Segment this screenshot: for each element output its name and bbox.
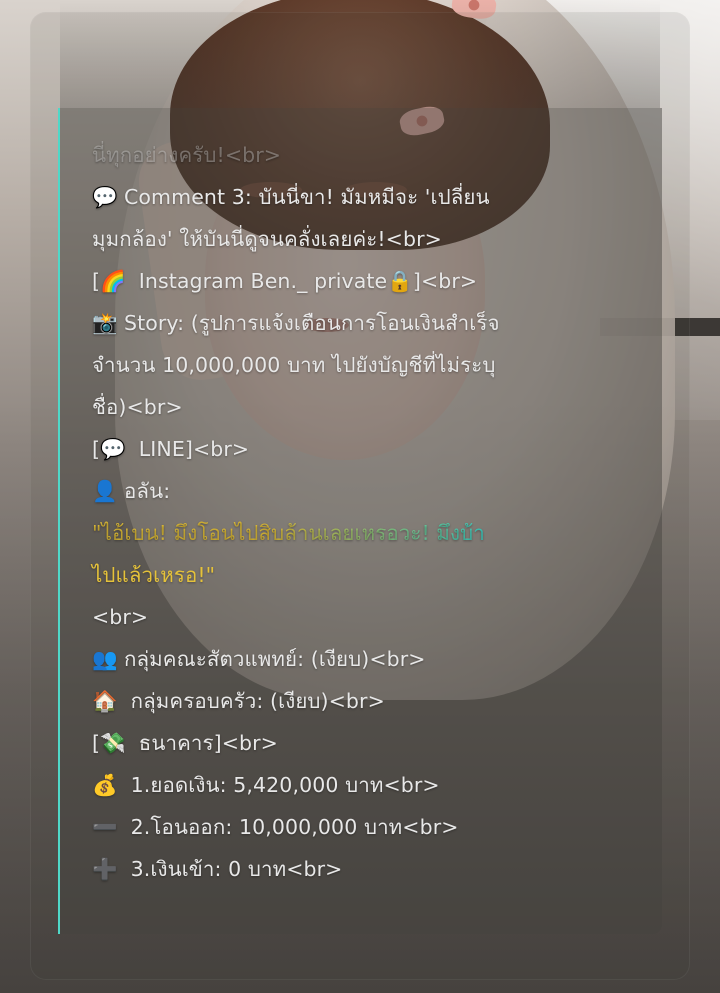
- line-text: 2.โอนออก: 10,000,000 บาท<br>: [124, 815, 459, 839]
- line-text: กลุ่มครอบครัว: (เงียบ)<br>: [124, 689, 385, 713]
- text-line-br: <br>: [92, 596, 654, 638]
- bracket-open: [: [92, 437, 101, 461]
- line-text: Instagram Ben._ private: [132, 269, 388, 293]
- text-line-family-group: 🏠 กลุ่มครอบครัว: (เงียบ)<br>: [92, 680, 654, 722]
- people-icon: 👥: [92, 647, 118, 671]
- text-line-vet-group: 👥 กลุ่มคณะสัตวแพทย์: (เงียบ)<br>: [92, 638, 654, 680]
- house-icon: 🏠: [92, 689, 118, 713]
- line-text: อลัน:: [124, 479, 171, 503]
- line-text: <br>: [92, 605, 149, 629]
- money-bag-icon: 💰: [92, 773, 118, 797]
- text-line-instagram: [🌈 Instagram Ben._ private🔒]<br>: [92, 260, 654, 302]
- line-text: นี่ทุกอย่างครับ!<br>: [92, 143, 282, 167]
- line-text: จำนวน 10,000,000 บาท ไปยังบัญชีที่ไม่ระบ…: [92, 353, 496, 377]
- message-text: นี่ทุกอย่างครับ!<br> 💬 Comment 3: บันนี่ข…: [92, 134, 654, 890]
- text-line-story-cont: จำนวน 10,000,000 บาท ไปยังบัญชีที่ไม่ระบ…: [92, 344, 654, 386]
- line-text: ชื่อ)<br>: [92, 395, 183, 419]
- quote-line-1: "ไอ้เบน! มึงโอนไปสิบล้านเลยเหรอวะ! มึงบ้…: [92, 512, 654, 554]
- comment-icon: 💬: [92, 185, 118, 209]
- line-text: 3.เงินเข้า: 0 บาท<br>: [124, 857, 343, 881]
- chat-icon: 💬: [100, 437, 126, 461]
- line-text: กลุ่มคณะสัตวแพทย์: (เงียบ)<br>: [124, 647, 426, 671]
- line-text: ธนาคาร]<br>: [132, 731, 278, 755]
- line-text: มุมกล้อง' ให้บันนี่ดูจนคลั่งเลยค่ะ!<br>: [92, 227, 442, 251]
- text-line-line-header: [💬 LINE]<br>: [92, 428, 654, 470]
- text-line-bank-header: [💸 ธนาคาร]<br>: [92, 722, 654, 764]
- quote-text: "ไอ้เบน! มึงโอนไปสิบล้านเลยเหรอวะ! มึงบ้…: [92, 521, 485, 545]
- person-icon: 👤: [92, 479, 118, 503]
- text-line-alan: 👤 อลัน:: [92, 470, 654, 512]
- line-text: Story: (รูปการแจ้งเตือนการโอนเงินสำเร็จ: [124, 311, 500, 335]
- text-line-transfer-in: ➕ 3.เงินเข้า: 0 บาท<br>: [92, 848, 654, 890]
- lock-icon: 🔒: [387, 269, 413, 293]
- text-line-balance: 💰 1.ยอดเงิน: 5,420,000 บาท<br>: [92, 764, 654, 806]
- text-line-comment3-cont: มุมกล้อง' ให้บันนี่ดูจนคลั่งเลยค่ะ!<br>: [92, 218, 654, 260]
- quote-line-2: ไปแล้วเหรอ!": [92, 554, 654, 596]
- line-text: Comment 3: บันนี่ขา! มัมหมีจะ 'เปลี่ยน: [124, 185, 490, 209]
- bracket-close: ]<br>: [412, 269, 478, 293]
- panel-top-fade: [60, 0, 660, 108]
- message-panel[interactable]: นี่ทุกอย่างครับ!<br> 💬 Comment 3: บันนี่ข…: [58, 108, 662, 934]
- camera-icon: 📸: [92, 311, 118, 335]
- text-line-transfer-out: ➖ 2.โอนออก: 10,000,000 บาท<br>: [92, 806, 654, 848]
- line-text: LINE]<br>: [132, 437, 250, 461]
- text-line-story: 📸 Story: (รูปการแจ้งเตือนการโอนเงินสำเร็จ: [92, 302, 654, 344]
- bracket-open: [: [92, 269, 101, 293]
- line-text: 1.ยอดเงิน: 5,420,000 บาท<br>: [124, 773, 440, 797]
- money-wings-icon: 💸: [100, 731, 126, 755]
- quote-text: ไปแล้วเหรอ!": [92, 563, 216, 587]
- bracket-open: [: [92, 731, 101, 755]
- text-line-comment3: 💬 Comment 3: บันนี่ขา! มัมหมีจะ 'เปลี่ยน: [92, 176, 654, 218]
- text-line-story-end: ชื่อ)<br>: [92, 386, 654, 428]
- text-line-comment2-tail: นี่ทุกอย่างครับ!<br>: [92, 134, 654, 176]
- minus-icon: ➖: [92, 815, 118, 839]
- rainbow-icon: 🌈: [100, 269, 126, 293]
- plus-icon: ➕: [92, 857, 118, 881]
